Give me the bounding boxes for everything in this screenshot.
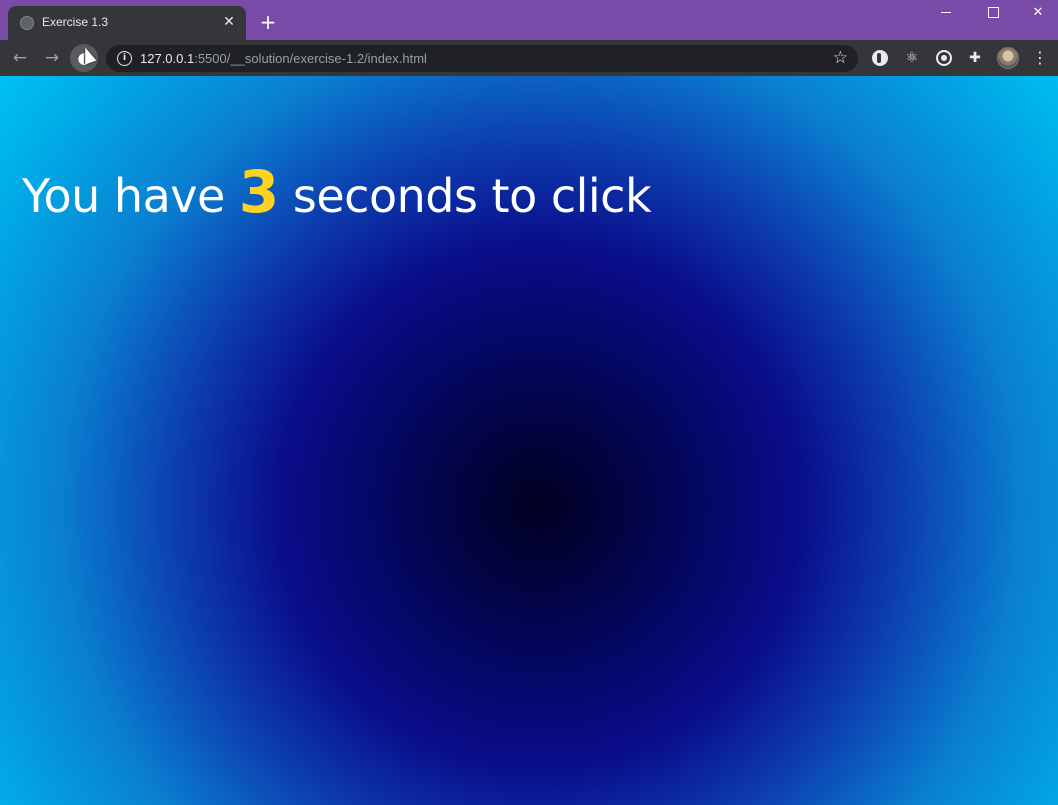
address-bar[interactable]: i 127.0.0.1:5500/__solution/exercise-1.2… xyxy=(106,45,858,72)
page-viewport[interactable]: You have 3 seconds to click xyxy=(0,76,1058,805)
puzzle-icon[interactable]: ✚ xyxy=(966,49,984,67)
extension-dot-inner xyxy=(877,53,881,63)
minimize-icon xyxy=(941,12,951,13)
browser-window: Exercise 1.3 ✕ + ✕ ← → ◐ i 127.0.0.1:550… xyxy=(0,0,1058,805)
kebab-menu-icon[interactable]: ⋮ xyxy=(1032,48,1048,68)
target-icon[interactable] xyxy=(935,49,953,67)
globe-icon xyxy=(20,16,34,30)
url-path: :5500/__solution/exercise-1.2/index.html xyxy=(194,51,427,66)
maximize-icon xyxy=(988,7,999,18)
react-devtools-icon[interactable]: ⚛ xyxy=(903,49,921,67)
tab-title: Exercise 1.3 xyxy=(42,15,109,29)
headline-suffix: seconds to click xyxy=(278,169,652,223)
bookmark-star-icon[interactable]: ☆ xyxy=(833,47,848,69)
profile-avatar[interactable] xyxy=(997,47,1019,69)
title-bar: Exercise 1.3 ✕ + ✕ xyxy=(0,0,1058,40)
back-button[interactable]: ← xyxy=(6,44,34,72)
url-text[interactable]: 127.0.0.1:5500/__solution/exercise-1.2/i… xyxy=(140,51,427,66)
url-host: 127.0.0.1 xyxy=(140,51,195,66)
info-icon[interactable]: i xyxy=(117,51,132,66)
forward-button[interactable]: → xyxy=(38,44,66,72)
minimize-button[interactable] xyxy=(923,0,969,28)
close-icon[interactable]: ✕ xyxy=(220,13,238,31)
tab-exercise[interactable]: Exercise 1.3 ✕ xyxy=(8,6,246,40)
window-close-button[interactable]: ✕ xyxy=(1015,0,1058,28)
countdown-headline: You have 3 seconds to click xyxy=(22,158,652,226)
maximize-button[interactable] xyxy=(970,0,1016,28)
headline-prefix: You have xyxy=(22,169,239,223)
seconds-count: 3 xyxy=(238,158,279,226)
extension-info-icon[interactable] xyxy=(871,49,889,67)
browser-toolbar: ← → ◐ i 127.0.0.1:5500/__solution/exerci… xyxy=(0,40,1058,76)
target-core xyxy=(941,55,947,61)
new-tab-button[interactable]: + xyxy=(256,11,280,35)
